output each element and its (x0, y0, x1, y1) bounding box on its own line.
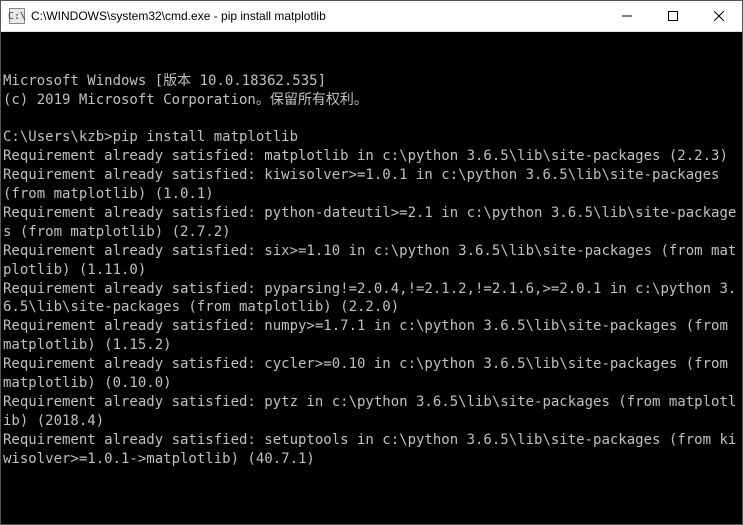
maximize-button[interactable] (650, 1, 696, 31)
close-button[interactable] (696, 1, 742, 31)
maximize-icon (668, 11, 678, 21)
titlebar[interactable]: C:\ C:\WINDOWS\system32\cmd.exe - pip in… (1, 1, 742, 32)
minimize-button[interactable] (604, 1, 650, 31)
cmd-icon: C:\ (9, 8, 25, 24)
window-title: C:\WINDOWS\system32\cmd.exe - pip instal… (31, 9, 604, 23)
window-controls (604, 1, 742, 31)
minimize-icon (622, 11, 632, 21)
cmd-window: C:\ C:\WINDOWS\system32\cmd.exe - pip in… (0, 0, 743, 525)
terminal-output: Microsoft Windows [版本 10.0.18362.535] (c… (3, 72, 740, 469)
terminal-area[interactable]: Microsoft Windows [版本 10.0.18362.535] (c… (1, 32, 742, 524)
close-icon (714, 11, 724, 21)
